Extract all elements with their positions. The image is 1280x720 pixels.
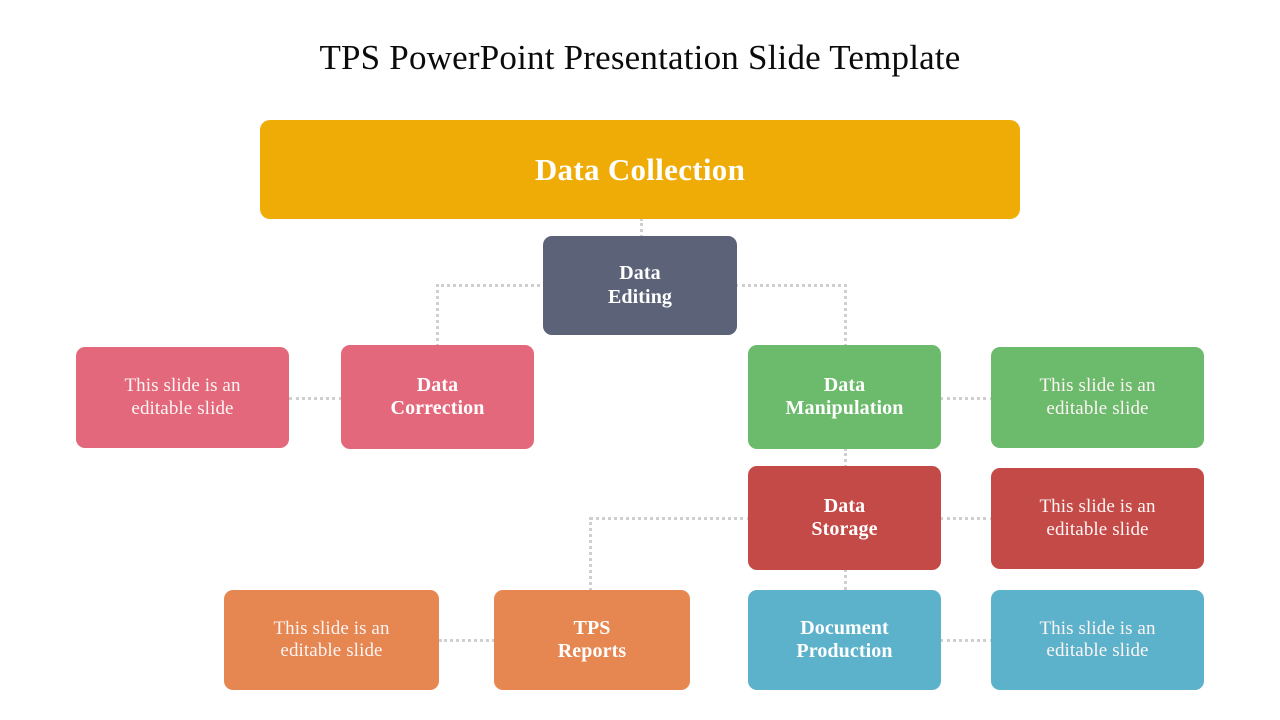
connector-editing-to-correction-horizontal <box>436 284 546 287</box>
node-document-filler-label: This slide is an editable slide <box>1039 617 1156 661</box>
node-data-correction-label: Data Correction <box>390 373 485 419</box>
slide-canvas: TPS PowerPoint Presentation Slide Templa… <box>0 0 1280 720</box>
node-manipulation-filler-label: This slide is an editable slide <box>1039 375 1156 419</box>
node-data-manipulation[interactable]: Data Manipulation <box>748 345 941 449</box>
connector-document-to-blue-filler <box>940 639 993 642</box>
connector-storage-to-reports-vertical <box>589 517 592 591</box>
connector-storage-to-red-filler <box>940 517 993 520</box>
node-tps-reports-label: TPS Reports <box>557 616 627 662</box>
node-document-production-label: Document Production <box>796 616 893 662</box>
connector-correction-to-pink-filler <box>289 397 342 400</box>
node-data-storage-label: Data Storage <box>811 494 878 540</box>
connector-editing-to-correction-vertical <box>436 284 439 347</box>
node-document-production[interactable]: Document Production <box>748 590 941 690</box>
connector-manipulation-to-green-filler <box>940 397 993 400</box>
node-data-collection[interactable]: Data Collection <box>260 120 1020 219</box>
node-manipulation-filler[interactable]: This slide is an editable slide <box>991 347 1204 448</box>
node-data-collection-label: Data Collection <box>534 151 746 187</box>
connector-editing-to-manipulation-horizontal <box>735 284 847 287</box>
node-correction-filler-label: This slide is an editable slide <box>124 375 241 419</box>
node-data-editing-label: Data Editing <box>607 262 673 308</box>
node-data-editing[interactable]: Data Editing <box>543 236 737 335</box>
connector-collection-to-editing <box>640 218 643 238</box>
node-data-storage[interactable]: Data Storage <box>748 466 941 570</box>
page-title: TPS PowerPoint Presentation Slide Templa… <box>319 38 961 77</box>
connector-storage-to-document-production <box>844 569 847 590</box>
node-reports-filler-label: This slide is an editable slide <box>273 617 390 661</box>
node-document-filler[interactable]: This slide is an editable slide <box>991 590 1204 690</box>
node-storage-filler-label: This slide is an editable slide <box>1039 496 1156 540</box>
connector-editing-to-manipulation-vertical <box>844 284 847 347</box>
connector-manipulation-to-storage <box>844 448 847 468</box>
node-correction-filler[interactable]: This slide is an editable slide <box>76 347 289 448</box>
connector-reports-to-orange-filler <box>439 639 495 642</box>
node-storage-filler[interactable]: This slide is an editable slide <box>991 468 1204 569</box>
node-data-correction[interactable]: Data Correction <box>341 345 534 449</box>
connector-storage-to-reports-horizontal <box>589 517 751 520</box>
node-tps-reports[interactable]: TPS Reports <box>494 590 690 690</box>
node-reports-filler[interactable]: This slide is an editable slide <box>224 590 439 690</box>
node-data-manipulation-label: Data Manipulation <box>785 373 904 419</box>
